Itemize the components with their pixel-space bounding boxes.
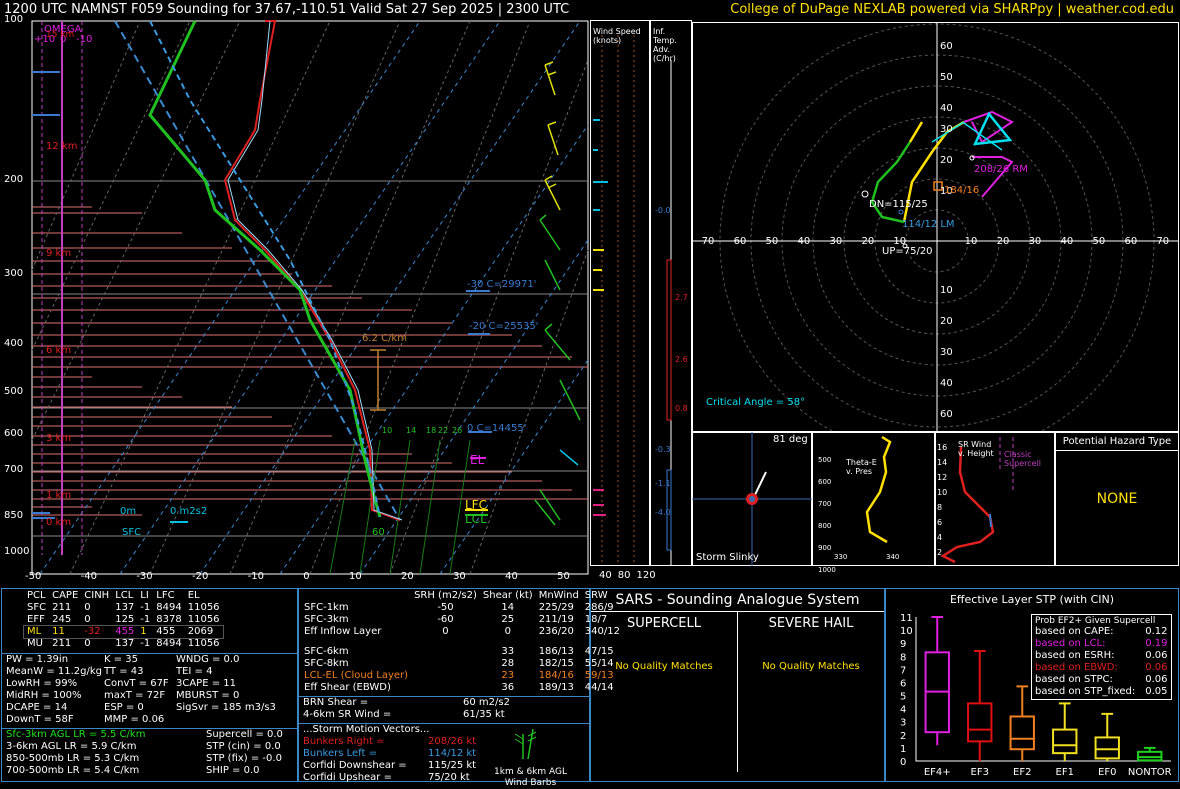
stp-box <box>924 616 950 746</box>
stp-box <box>1094 712 1120 761</box>
stp-panel: Effective Layer STP (with CIN) 0 1 2 3 4 5 6 7 8… <box>885 588 1179 782</box>
stp-ytick: 0 <box>900 757 906 768</box>
parcel-header: PCL CAPE CINH LCL LI LFC EL <box>27 590 200 601</box>
stp-ytick: 6 <box>900 678 906 689</box>
classic-label: Classic Supercell <box>1004 450 1042 468</box>
hazard-value: NONE <box>1096 491 1138 507</box>
stp-ytick: 9 <box>900 639 906 650</box>
stp-ytick: 1 <box>900 744 906 755</box>
kinematics-table: SRH (m2/s2) Shear (kt) MnWind SRW SFC-1km -5… <box>301 590 623 694</box>
stp-ytick: 2 <box>900 731 906 742</box>
hazard-panel: Potential Hazard Type NONE <box>1055 432 1179 566</box>
parcel-table: PCL CAPE CINH LCL LI LFC EL SFC 211 0 137 -1 8494 11… <box>23 590 224 650</box>
sars-hail: SEVERE HAIL <box>768 616 854 631</box>
stp-xtick: NONTOR <box>1128 767 1172 778</box>
kin-row: LCL-EL (Cloud Layer) 23 184/16 59/13 <box>304 670 614 681</box>
parcel-row-selected: ML 11 -32 455 1 455 2069 <box>23 625 224 639</box>
parcel-row: SFC 211 0 137 -1 8494 11056 <box>27 602 220 613</box>
sars-panel: SARS - Sounding Analogue System SUPERCEL… <box>590 588 885 782</box>
stp-box <box>967 650 993 761</box>
slinky-label: Storm Slinky <box>696 552 759 563</box>
srwind-label: SR Wind v. Height <box>958 440 994 458</box>
hodograph <box>692 22 1179 432</box>
skewt-diagram <box>31 20 589 575</box>
credit-text: College of DuPage NEXLAB powered via SHA… <box>730 2 1174 17</box>
stp-ytick: 5 <box>900 692 906 703</box>
stp-ytick: 7 <box>900 665 906 676</box>
kinematics-panel: SRH (m2/s2) Shear (kt) MnWind SRW SFC-1km -5… <box>298 588 620 788</box>
temp-adv-panel <box>650 20 692 566</box>
thetae-label: Theta-E v. Pres <box>846 458 877 476</box>
srwind-hticks: 16 14 12 10 8 6 4 2 <box>937 443 948 557</box>
stp-ytick: 4 <box>900 705 906 716</box>
stp-xtick: EF1 <box>1056 767 1074 778</box>
wind-speed-panel <box>590 20 650 566</box>
speed-ticks: 40 80 120 <box>599 570 656 581</box>
stp-ytick: 8 <box>900 652 906 663</box>
kin-row: SFC-6km 33 186/13 47/15 <box>304 646 614 657</box>
kin-row: SFC-1km -50 14 225/29 286/9 <box>304 602 614 613</box>
slinky-deg: 81 deg <box>773 434 808 445</box>
stp-xtick: EF0 <box>1098 767 1116 778</box>
sars-title: SARS - Sounding Analogue System <box>591 589 884 612</box>
parcel-row: EFF 245 0 125 -1 8378 11056 <box>27 614 220 625</box>
storm-slinky <box>692 432 812 566</box>
stp-ytick: 10 <box>900 626 913 637</box>
stp-box <box>1137 746 1163 762</box>
kin-row: Eff Inflow Layer 0 0 236/20 340/12 <box>304 626 620 637</box>
indices-block: PW = 1.39in MeanW = 11.2g/kg LowRH = 99% Mi… <box>6 654 276 725</box>
kin-row: SFC-8km 28 182/15 55/14 <box>304 658 614 669</box>
wind-speed-label: Wind Speed (knots) <box>593 27 641 45</box>
stp-ytick: 3 <box>900 718 906 729</box>
kin-row: Eff Shear (EBWD) 36 189/13 44/14 <box>304 682 614 693</box>
thermo-panel: PCL CAPE CINH LCL LI LFC EL SFC 211 0 137 -1 8494 11… <box>1 588 298 782</box>
temp-adv-label: Inf. Temp. Adv. (C/hr) <box>653 27 677 63</box>
stp-xtick: EF2 <box>1013 767 1031 778</box>
stp-legend: Prob EF2+ Given Supercell based on CAPE:… <box>1031 614 1172 700</box>
thetae-pticks: 500 600 700 800 900 1000 <box>818 456 836 574</box>
sounding-title: 1200 UTC NAMNST F059 Sounding for 37.67,… <box>4 2 570 17</box>
sars-supercell: SUPERCELL <box>627 616 701 631</box>
hazard-title: Potential Hazard Type <box>1056 433 1178 451</box>
agl-barbs-icon <box>514 728 537 760</box>
kin-row: SFC-3km -60 25 211/19 18/7 <box>304 614 608 625</box>
parcel-row: MU 211 0 137 -1 8494 11056 <box>27 638 220 649</box>
stp-box <box>1052 702 1078 761</box>
stp-title: Effective Layer STP (with CIN) <box>949 593 1115 606</box>
stp-ytick: 11 <box>900 613 913 624</box>
stp-xtick: EF4+ <box>924 767 951 778</box>
lapse-block: Sfc-3km AGL LR = 5.5 C/km 3-6km AGL LR =… <box>6 729 283 776</box>
stp-xtick: EF3 <box>971 767 989 778</box>
